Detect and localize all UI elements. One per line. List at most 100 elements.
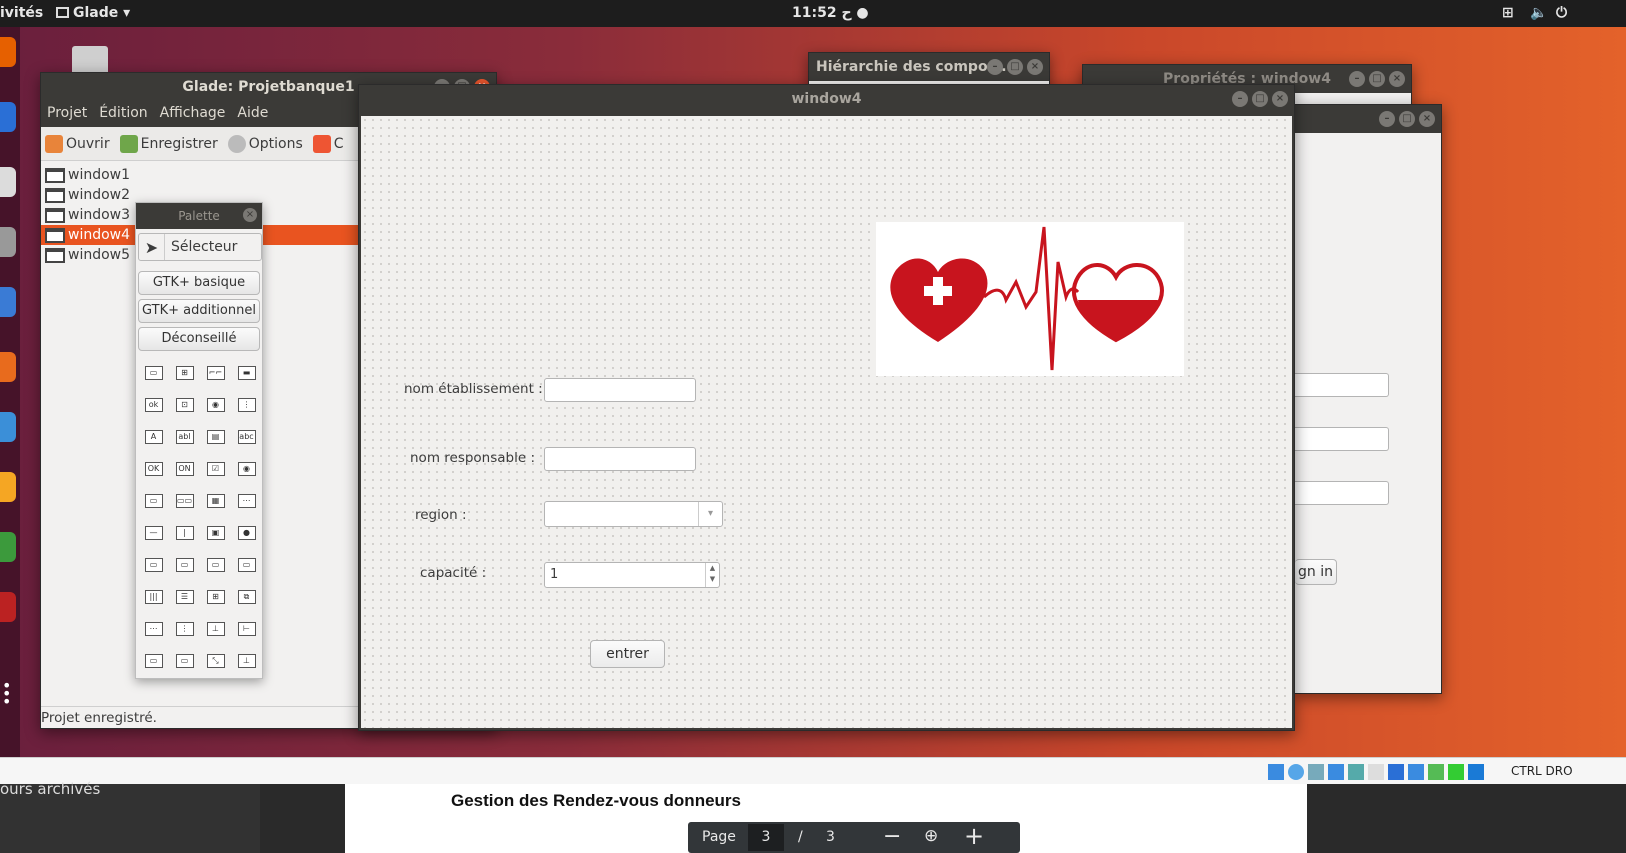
- widget-tool-icon[interactable]: ⊞: [200, 581, 231, 613]
- widget-tool-icon[interactable]: ▤: [200, 421, 231, 453]
- widget-tool-icon[interactable]: ◉: [231, 453, 262, 485]
- zoom-fit-icon[interactable]: ⊕: [924, 826, 938, 846]
- group-gtk-extra[interactable]: GTK+ additionnel: [138, 299, 260, 323]
- widget-tool-icon[interactable]: ◉: [200, 389, 231, 421]
- widget-tool-icon[interactable]: ⊡: [169, 389, 200, 421]
- etab-input[interactable]: [544, 378, 696, 402]
- menu-affichage[interactable]: Affichage: [154, 101, 232, 125]
- menu-projet[interactable]: Projet: [41, 101, 93, 125]
- files-icon[interactable]: [0, 167, 16, 197]
- writer-icon[interactable]: [0, 287, 16, 317]
- widget-tool-icon[interactable]: ●: [231, 517, 262, 549]
- preview-field-1[interactable]: [1295, 373, 1389, 397]
- widget-tool-icon[interactable]: ▬: [231, 357, 262, 389]
- activities-button[interactable]: ivités: [0, 5, 43, 21]
- widget-tool-icon[interactable]: ▭: [169, 549, 200, 581]
- vm-indicator-icon[interactable]: [1388, 764, 1404, 780]
- vm-indicator-icon[interactable]: [1408, 764, 1424, 780]
- widget-tool-icon[interactable]: ⌐⌐: [200, 357, 231, 389]
- close-icon[interactable]: ×: [1389, 71, 1405, 87]
- close-icon[interactable]: ×: [1027, 59, 1043, 75]
- clock[interactable]: 11:52 ح ●: [792, 5, 869, 21]
- widget-tool-icon[interactable]: ▭: [138, 549, 169, 581]
- minimize-icon[interactable]: –: [987, 59, 1003, 75]
- amazon-icon[interactable]: [0, 472, 16, 502]
- widget-tool-icon[interactable]: A: [138, 421, 169, 453]
- widget-tool-icon[interactable]: OK: [138, 453, 169, 485]
- network-icon[interactable]: ⊞: [1502, 5, 1514, 21]
- maximize-icon[interactable]: □: [1369, 71, 1385, 87]
- preview-field-3[interactable]: [1295, 481, 1389, 505]
- options-button[interactable]: Options: [227, 134, 303, 153]
- submit-button[interactable]: entrer: [590, 640, 665, 668]
- menu-aide[interactable]: Aide: [231, 101, 274, 125]
- firefox-icon[interactable]: [0, 37, 16, 67]
- region-combobox[interactable]: ▾: [544, 501, 723, 527]
- open-button[interactable]: Ouvrir: [45, 134, 110, 153]
- group-deprecated[interactable]: Déconseillé: [138, 327, 260, 351]
- selector-tool[interactable]: ➤ Sélecteur: [138, 233, 262, 261]
- resp-input[interactable]: [544, 447, 696, 471]
- widget-tool-icon[interactable]: —: [138, 517, 169, 549]
- widget-tool-icon[interactable]: ⧉: [231, 581, 262, 613]
- menu-edition[interactable]: Édition: [93, 101, 153, 125]
- close-icon[interactable]: ×: [1272, 91, 1288, 107]
- maximize-icon[interactable]: □: [1399, 111, 1415, 127]
- widget-tool-icon[interactable]: ☰: [169, 581, 200, 613]
- capacity-spinbutton[interactable]: 1 ▲ ▼: [544, 562, 720, 588]
- app-menu[interactable]: Glade ▾: [56, 5, 130, 21]
- app-icon[interactable]: [0, 592, 16, 622]
- widget-tool-icon[interactable]: ⋮: [231, 389, 262, 421]
- widget-tool-icon[interactable]: abc: [231, 421, 262, 453]
- help-icon[interactable]: [0, 412, 16, 442]
- widget-tool-icon[interactable]: ⊞: [169, 357, 200, 389]
- vm-indicator-icon[interactable]: [1468, 764, 1484, 780]
- preview-field-2[interactable]: [1295, 427, 1389, 451]
- widget-tool-icon[interactable]: ▦: [200, 485, 231, 517]
- minimize-icon[interactable]: –: [1349, 71, 1365, 87]
- widget-tool-icon[interactable]: ▭: [169, 645, 200, 677]
- widget-tool-icon[interactable]: ok: [138, 389, 169, 421]
- zoom-in-icon[interactable]: +: [964, 822, 984, 850]
- widget-tool-icon[interactable]: ▭: [200, 549, 231, 581]
- widget-tool-icon[interactable]: ⊥: [231, 645, 262, 677]
- power-icon[interactable]: ⏻: [1556, 5, 1567, 21]
- widget-tool-icon[interactable]: ⊢: [231, 613, 262, 645]
- maximize-icon[interactable]: □: [1252, 91, 1268, 107]
- minimize-icon[interactable]: –: [1232, 91, 1248, 107]
- vm-indicator-icon[interactable]: [1448, 764, 1464, 780]
- widget-tool-icon[interactable]: ⋮: [169, 613, 200, 645]
- widget-tool-icon[interactable]: ▭: [138, 645, 169, 677]
- design-canvas[interactable]: nom établissement : nom responsable : re…: [361, 116, 1292, 728]
- vm-indicator-icon[interactable]: [1428, 764, 1444, 780]
- spin-arrows-icon[interactable]: ▲ ▼: [705, 563, 719, 587]
- widget-tool-icon[interactable]: ▭: [138, 485, 169, 517]
- close-icon[interactable]: ×: [1419, 111, 1435, 127]
- maximize-icon[interactable]: □: [1007, 59, 1023, 75]
- widget-tool-icon[interactable]: |: [169, 517, 200, 549]
- widget-tool-icon[interactable]: ▭: [138, 357, 169, 389]
- extra-button[interactable]: C: [312, 134, 344, 153]
- widget-tool-icon[interactable]: ▭▭: [169, 485, 200, 517]
- page-number-input[interactable]: 3: [748, 824, 784, 851]
- widget-tool-icon[interactable]: ▣: [200, 517, 231, 549]
- close-icon[interactable]: ×: [243, 208, 257, 222]
- software-icon[interactable]: [0, 352, 16, 382]
- minimize-icon[interactable]: –: [1379, 111, 1395, 127]
- vm-indicator-icon[interactable]: [1368, 764, 1384, 780]
- widget-tool-icon[interactable]: ☑: [200, 453, 231, 485]
- group-gtk-basic[interactable]: GTK+ basique: [138, 271, 260, 295]
- widget-tool-icon[interactable]: ⤡: [200, 645, 231, 677]
- chrome-icon[interactable]: [0, 532, 16, 562]
- signin-button[interactable]: gn in: [1295, 559, 1337, 585]
- widget-tool-icon[interactable]: |||: [138, 581, 169, 613]
- vm-indicator-icon[interactable]: [1288, 764, 1304, 780]
- widget-tool-icon[interactable]: ⋯: [231, 485, 262, 517]
- rhythmbox-icon[interactable]: [0, 227, 16, 257]
- widget-tool-icon[interactable]: ▭: [231, 549, 262, 581]
- widget-tool-icon[interactable]: ON: [169, 453, 200, 485]
- widget-tool-icon[interactable]: abl: [169, 421, 200, 453]
- vm-indicator-icon[interactable]: [1308, 764, 1324, 780]
- vm-indicator-icon[interactable]: [1268, 764, 1284, 780]
- chevron-down-icon[interactable]: ▾: [698, 502, 722, 526]
